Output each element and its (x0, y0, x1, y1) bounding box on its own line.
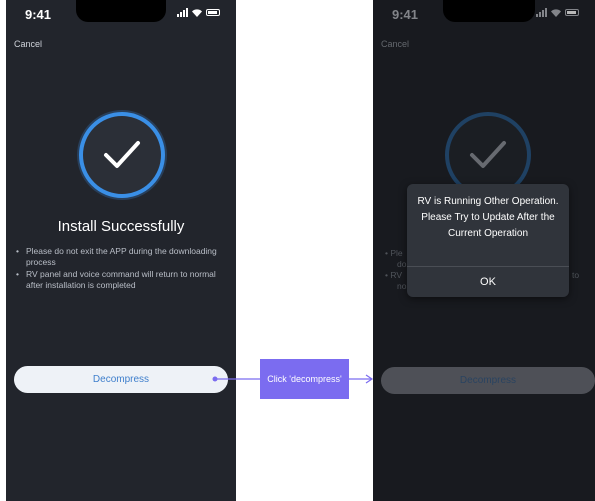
annotation-label: Click 'decompress' (260, 359, 349, 399)
ok-button[interactable]: OK (407, 268, 569, 296)
alert-dialog: RV is Running Other Operation. Please Tr… (407, 184, 569, 297)
alert-message: RV is Running Other Operation. Please Tr… (417, 196, 559, 239)
divider (407, 266, 569, 267)
